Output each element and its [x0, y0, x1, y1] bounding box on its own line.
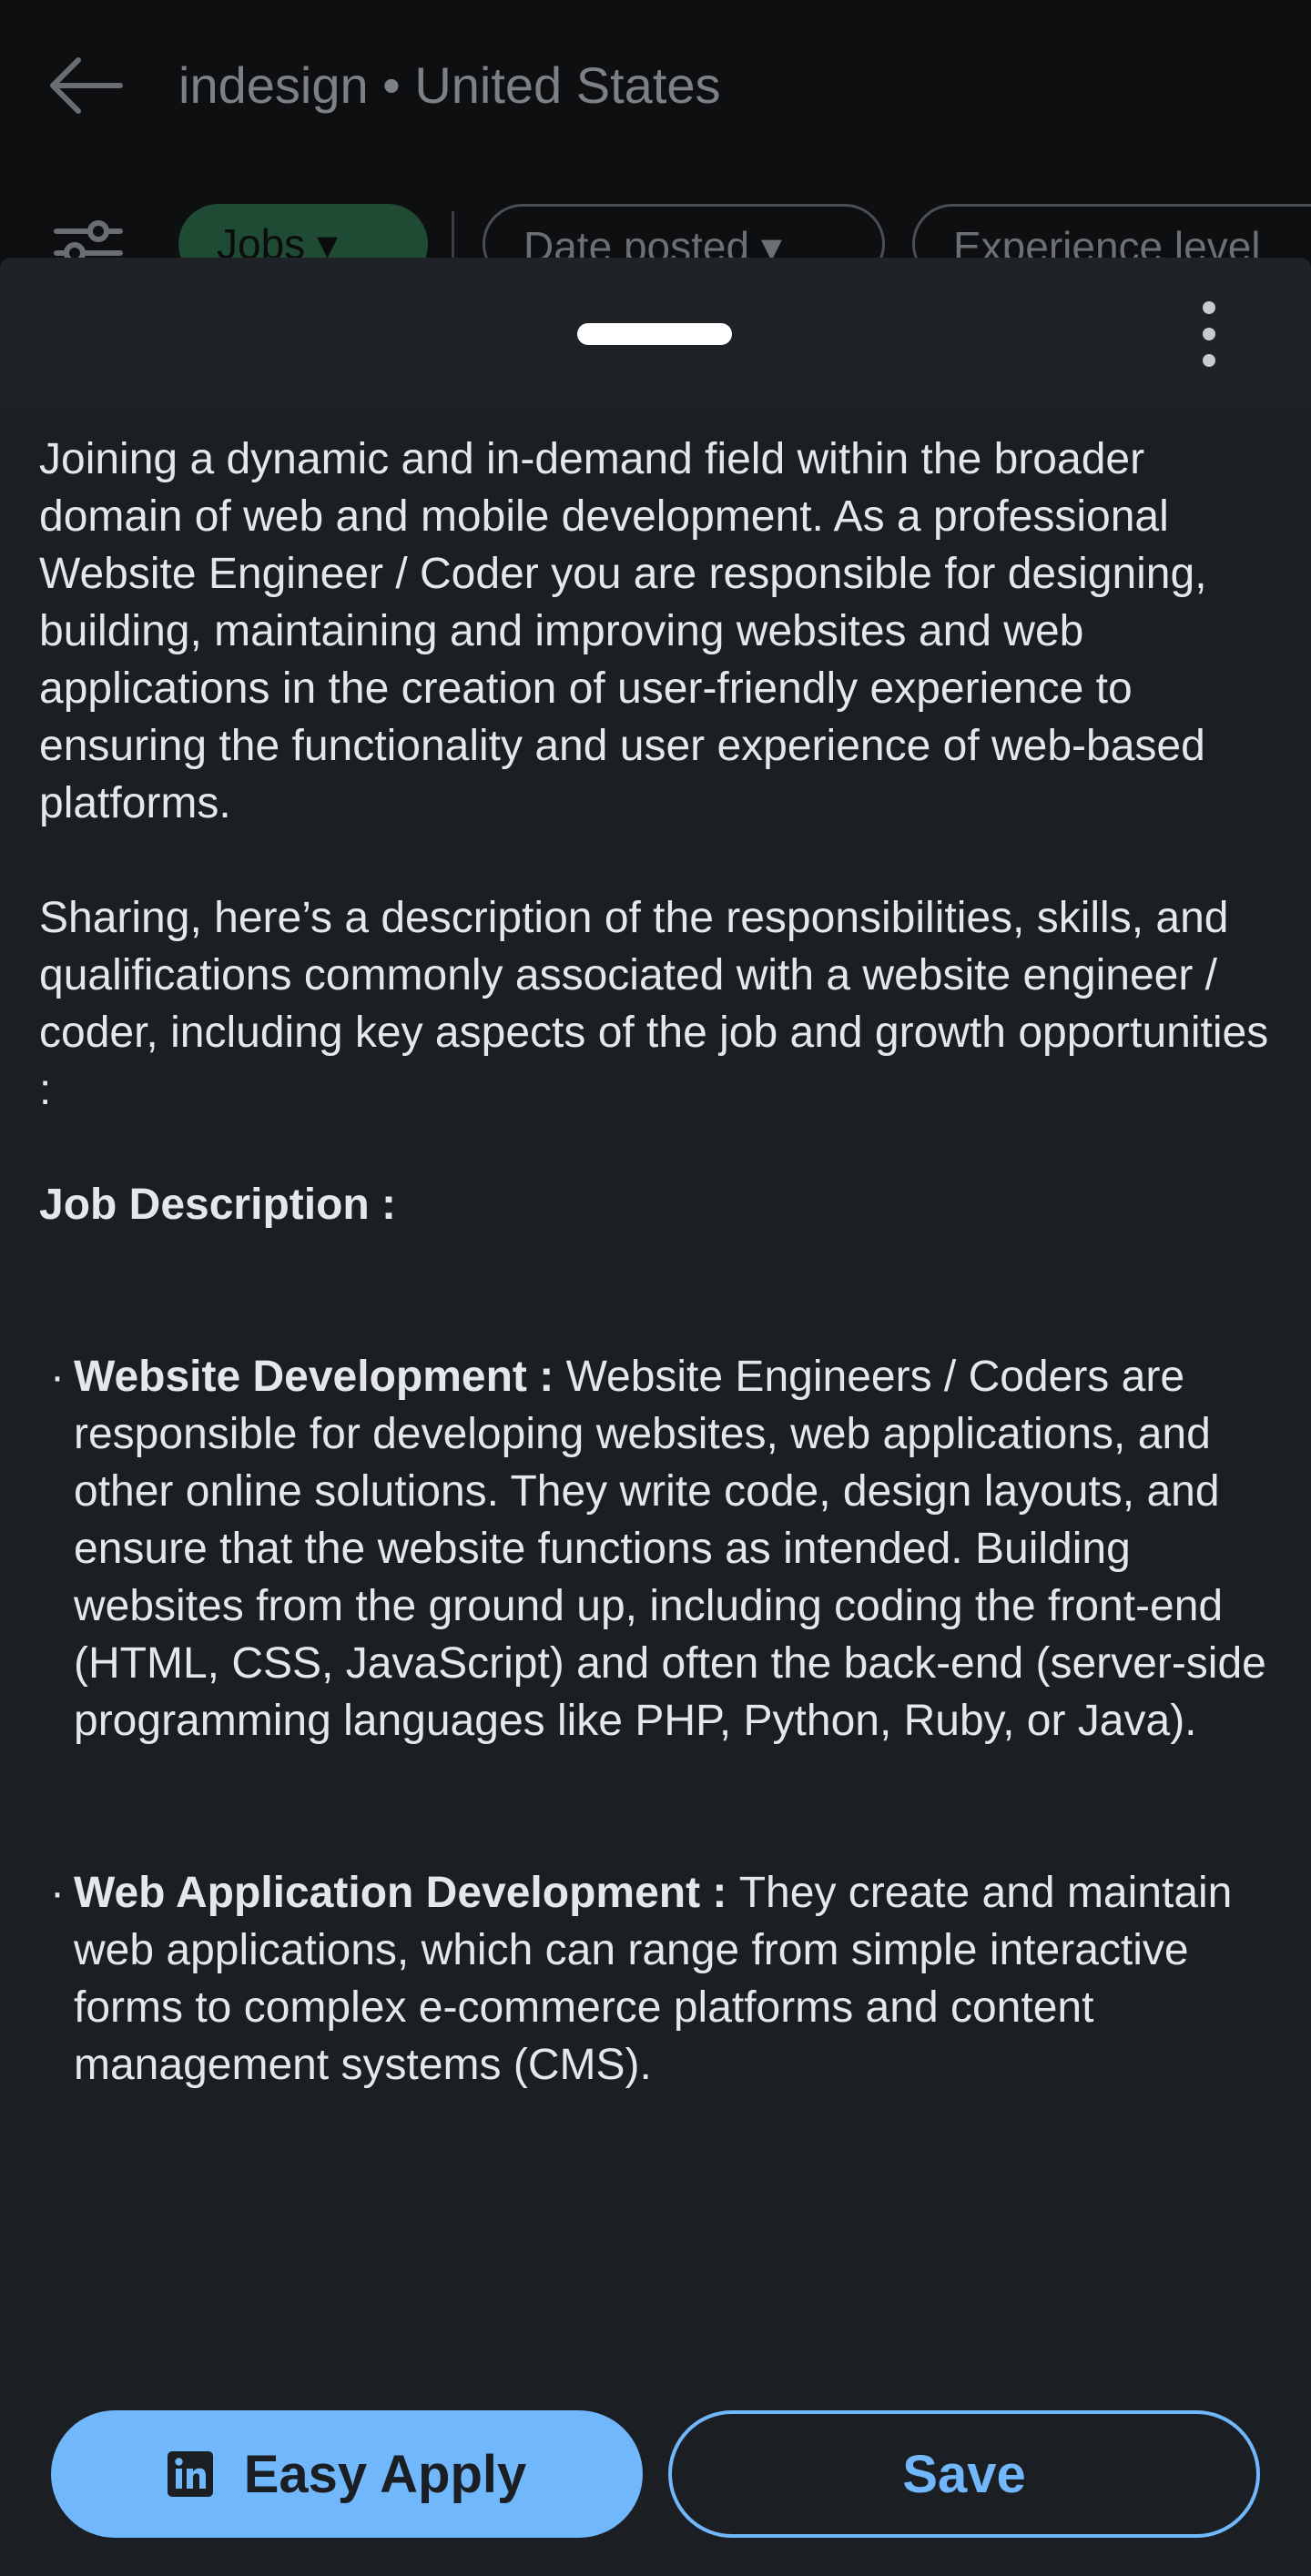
save-button[interactable]: Save: [668, 2410, 1260, 2538]
list-item: · Web Application Development : They cre…: [39, 1864, 1286, 2094]
back-arrow-icon[interactable]: [47, 53, 124, 118]
more-vertical-icon[interactable]: [1182, 298, 1236, 370]
section-heading: Job Description :: [39, 1181, 397, 1229]
job-description-content: Joining a dynamic and in-demand field wi…: [39, 431, 1286, 2208]
search-query[interactable]: indesign • United States: [178, 51, 721, 120]
easy-apply-button[interactable]: Easy Apply: [51, 2410, 643, 2538]
sheet-header: [0, 258, 1311, 409]
intro-paragraph: Joining a dynamic and in-demand field wi…: [39, 435, 1207, 827]
drag-handle[interactable]: [577, 323, 732, 345]
bullet-dot: ·: [50, 1353, 65, 1401]
search-header: indesign • United States Jobs ▾ Date pos…: [0, 0, 1311, 284]
bullet-title: Website Development :: [74, 1353, 566, 1401]
list-item: · Website Development : Website Engineer…: [39, 1348, 1286, 1749]
bullet-dot: ·: [50, 1869, 65, 1917]
bullet-text: Website Engineers / Coders are responsib…: [74, 1353, 1266, 1745]
job-detail-sheet: Joining a dynamic and in-demand field wi…: [0, 258, 1311, 2576]
linkedin-icon: [167, 2451, 213, 2497]
action-bar: Easy Apply Save: [0, 2367, 1311, 2576]
sharing-paragraph: Sharing, here’s a description of the res…: [39, 894, 1269, 1114]
bullet-title: Web Application Development :: [74, 1869, 739, 1917]
